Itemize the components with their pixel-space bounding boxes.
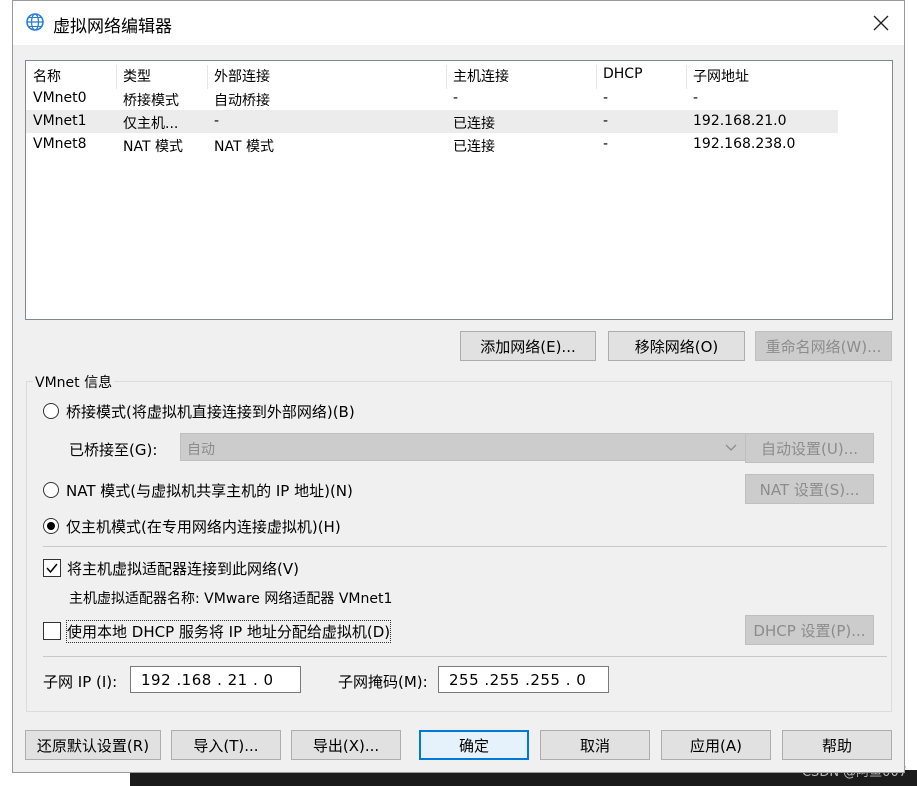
title-bar: 虚拟网络编辑器	[13, 1, 904, 45]
restore-defaults-button[interactable]: 还原默认设置(R)	[25, 730, 161, 760]
bridged-to-label: 已桥接至(G):	[69, 441, 158, 459]
auto-settings-button[interactable]: 自动设置(U)...	[745, 433, 874, 463]
rename-network-button[interactable]: 重命名网络(W)...	[755, 331, 892, 361]
cell-subnet: 192.168.238.0	[693, 136, 796, 152]
close-icon	[873, 15, 889, 31]
subnet-ip-label: 子网 IP (I):	[43, 673, 118, 691]
table-row-selected[interactable]: VMnet1 仅主机... - 已连接 - 192.168.21.0	[26, 110, 838, 133]
cell-name: VMnet0	[33, 90, 87, 106]
ok-button[interactable]: 确定	[419, 730, 529, 760]
cell-type: NAT 模式	[123, 139, 183, 155]
help-button[interactable]: 帮助	[782, 730, 892, 760]
cell-subnet: 192.168.21.0	[693, 113, 787, 129]
export-button[interactable]: 导出(X)...	[291, 730, 401, 760]
table-row[interactable]: VMnet0 桥接模式 自动桥接 - - -	[26, 87, 838, 110]
host-only-mode-radio[interactable]	[43, 518, 59, 534]
cell-dhcp: -	[603, 90, 609, 106]
vmnet-info-label: VMnet 信息	[33, 372, 115, 392]
column-header-subnet[interactable]: 子网地址	[693, 66, 749, 86]
subnet-ip-input[interactable]: 192 .168 . 21 . 0	[130, 666, 301, 693]
apply-button[interactable]: 应用(A)	[661, 730, 771, 760]
cancel-button[interactable]: 取消	[540, 730, 650, 760]
cell-external: NAT 模式	[214, 139, 274, 155]
column-header-type[interactable]: 类型	[123, 66, 151, 86]
checkmark-icon	[46, 563, 58, 574]
desktop-strip	[0, 0, 12, 786]
bridged-to-select[interactable]: 自动	[180, 433, 746, 461]
cell-host: 已连接	[453, 116, 495, 132]
dhcp-settings-button[interactable]: DHCP 设置(P)...	[745, 615, 874, 645]
cell-type: 仅主机...	[123, 116, 179, 132]
cell-dhcp: -	[603, 136, 609, 152]
nat-mode-radio[interactable]	[43, 482, 59, 498]
cell-name: VMnet1	[33, 113, 87, 129]
column-header-dhcp[interactable]: DHCP	[603, 66, 643, 82]
cell-external: 自动桥接	[214, 93, 270, 109]
cell-host: -	[453, 90, 459, 106]
import-button[interactable]: 导入(T)...	[171, 730, 281, 760]
dhcp-label[interactable]: 使用本地 DHCP 服务将 IP 地址分配给虚拟机(D)	[65, 620, 392, 643]
nat-settings-button[interactable]: NAT 设置(S)...	[745, 474, 874, 504]
network-list[interactable]: 名称 类型 外部连接 主机连接 DHCP 子网地址 VMnet0 桥接模式 自动…	[25, 60, 893, 320]
add-network-button[interactable]: 添加网络(E)...	[460, 331, 596, 361]
nat-mode-label[interactable]: NAT 模式(与虚拟机共享主机的 IP 地址)(N)	[66, 480, 353, 501]
table-row[interactable]: VMnet8 NAT 模式 NAT 模式 已连接 - 192.168.238.0	[26, 133, 838, 156]
subnet-mask-label: 子网掩码(M):	[338, 673, 428, 691]
close-button[interactable]	[858, 1, 904, 45]
cell-type: 桥接模式	[123, 93, 179, 109]
globe-network-icon	[26, 13, 44, 31]
cell-host: 已连接	[453, 139, 495, 155]
chevron-down-icon	[725, 444, 737, 451]
table-header: 名称 类型 外部连接 主机连接 DHCP 子网地址	[26, 63, 838, 89]
remove-network-button[interactable]: 移除网络(O)	[608, 331, 745, 361]
connect-adapter-label[interactable]: 将主机虚拟适配器连接到此网络(V)	[67, 558, 299, 579]
divider	[43, 546, 887, 547]
bridged-to-value: 自动	[187, 442, 215, 458]
connect-adapter-checkbox[interactable]	[43, 559, 61, 577]
divider	[43, 656, 887, 657]
dhcp-checkbox[interactable]	[43, 622, 61, 640]
bridged-mode-radio[interactable]	[43, 403, 59, 419]
column-header-name[interactable]: 名称	[33, 66, 61, 86]
window-title: 虚拟网络编辑器	[53, 17, 172, 37]
cell-name: VMnet8	[33, 136, 87, 152]
column-header-host[interactable]: 主机连接	[453, 66, 509, 86]
adapter-name-text: 主机虚拟适配器名称: VMware 网络适配器 VMnet1	[69, 591, 393, 607]
bridged-mode-label[interactable]: 桥接模式(将虚拟机直接连接到外部网络)(B)	[66, 401, 355, 422]
host-only-mode-label[interactable]: 仅主机模式(在专用网络内连接虚拟机)(H)	[66, 516, 341, 537]
cell-subnet: -	[693, 90, 699, 106]
virtual-network-editor-dialog: 虚拟网络编辑器 名称 类型 外部连接 主机连接 DHCP 子网地址 VMnet0…	[12, 0, 905, 773]
cell-dhcp: -	[603, 113, 609, 129]
column-header-external[interactable]: 外部连接	[214, 66, 270, 86]
cell-external: -	[214, 113, 220, 129]
subnet-mask-input[interactable]: 255 .255 .255 . 0	[438, 666, 609, 693]
